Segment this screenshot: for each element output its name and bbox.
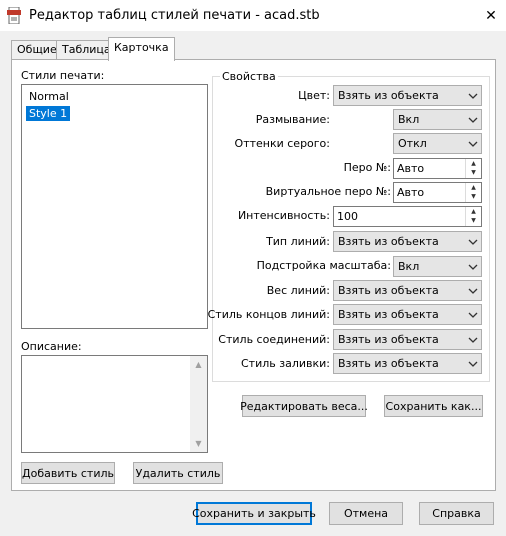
close-button[interactable]: ✕ [476, 0, 506, 31]
linetype-select[interactable]: Взять из объекта [333, 231, 482, 252]
adaptive-select[interactable]: Вкл [393, 256, 482, 277]
line-join-select[interactable]: Взять из объекта [333, 329, 482, 350]
pen-spin-buttons[interactable]: ▲ ▼ [465, 159, 481, 178]
virtual-pen-spinner[interactable]: Авто ▲ ▼ [393, 182, 482, 203]
delete-style-button[interactable]: Удалить стиль [133, 462, 223, 484]
chevron-down-icon [468, 117, 478, 123]
chevron-down-icon [468, 288, 478, 294]
edit-weights-button[interactable]: Редактировать веса... [240, 395, 368, 417]
dithering-select[interactable]: Вкл [393, 109, 482, 130]
intensity-spin-buttons[interactable]: ▲ ▼ [465, 207, 481, 226]
chevron-down-icon [468, 239, 478, 245]
styles-label: Стили печати: [21, 69, 105, 82]
pen-spinner[interactable]: Авто ▲ ▼ [393, 158, 482, 179]
intensity-label: Интенсивность: [237, 209, 330, 222]
fill-style-value: Взять из объекта [338, 357, 439, 370]
intensity-spinner[interactable]: 100 ▲ ▼ [333, 206, 482, 227]
help-button[interactable]: Справка [419, 502, 494, 525]
dithering-value: Вкл [398, 113, 420, 126]
tab-general[interactable]: Общие [11, 40, 63, 59]
grayscale-label: Оттенки серого: [234, 137, 330, 150]
add-style-button[interactable]: Добавить стиль [21, 462, 115, 484]
virtual-pen-value: Авто [397, 186, 425, 199]
virtual-pen-label: Виртуальное перо №: [265, 185, 391, 198]
lineweight-select[interactable]: Взять из объекта [333, 280, 482, 301]
cancel-button[interactable]: Отмена [329, 502, 403, 525]
virtual-pen-spin-buttons[interactable]: ▲ ▼ [465, 183, 481, 202]
lineweight-label: Вес линий: [266, 284, 330, 297]
pen-label: Перо №: [343, 161, 391, 174]
line-end-value: Взять из объекта [338, 308, 439, 321]
intensity-value: 100 [337, 210, 358, 223]
styles-list[interactable]: Normal Style 1 [21, 84, 208, 329]
spin-down-icon[interactable]: ▼ [466, 168, 481, 177]
linetype-label: Тип линий: [266, 235, 330, 248]
description-scrollbar[interactable]: ▲ ▼ [190, 356, 207, 452]
fill-style-label: Стиль заливки: [241, 357, 330, 370]
linetype-value: Взять из объекта [338, 235, 439, 248]
adaptive-label: Подстройка масштаба: [256, 259, 391, 272]
spin-up-icon[interactable]: ▲ [466, 207, 481, 216]
spin-down-icon[interactable]: ▼ [466, 192, 481, 201]
tab-card[interactable]: Карточка [108, 37, 175, 61]
color-label: Цвет: [298, 89, 330, 102]
chevron-down-icon [468, 264, 478, 270]
list-item-normal[interactable]: Normal [26, 89, 72, 104]
spin-down-icon[interactable]: ▼ [466, 216, 481, 225]
scroll-up-icon[interactable]: ▲ [190, 356, 207, 373]
line-end-select[interactable]: Взять из объекта [333, 304, 482, 325]
fill-style-select[interactable]: Взять из объекта [333, 353, 482, 374]
adaptive-value: Вкл [398, 260, 420, 273]
chevron-down-icon [468, 361, 478, 367]
lineweight-value: Взять из объекта [338, 284, 439, 297]
grayscale-select[interactable]: Откл [393, 133, 482, 154]
save-and-close-button[interactable]: Сохранить и закрыть [192, 502, 316, 525]
dithering-label: Размывание: [255, 113, 330, 126]
scroll-down-icon[interactable]: ▼ [190, 435, 207, 452]
spin-up-icon[interactable]: ▲ [466, 183, 481, 192]
close-icon: ✕ [485, 7, 497, 24]
app-icon [7, 7, 21, 24]
properties-title: Свойства [220, 70, 278, 84]
line-join-label: Стиль соединений: [218, 333, 330, 346]
list-item-style-1[interactable]: Style 1 [26, 106, 71, 121]
window-title: Редактор таблиц стилей печати - acad.stb [29, 8, 320, 23]
save-as-button[interactable]: Сохранить как... [384, 395, 483, 417]
color-select[interactable]: Взять из объекта [333, 85, 482, 106]
pen-value: Авто [397, 162, 425, 175]
spin-up-icon[interactable]: ▲ [466, 159, 481, 168]
chevron-down-icon [468, 93, 478, 99]
chevron-down-icon [468, 337, 478, 343]
chevron-down-icon [468, 312, 478, 318]
line-join-value: Взять из объекта [338, 333, 439, 346]
grayscale-value: Откл [398, 137, 427, 150]
chevron-down-icon [468, 141, 478, 147]
color-value: Взять из объекта [338, 89, 439, 102]
line-end-label: Стиль концов линий: [207, 308, 330, 321]
description-textarea[interactable]: ▲ ▼ [21, 355, 208, 453]
description-label: Описание: [21, 340, 82, 353]
